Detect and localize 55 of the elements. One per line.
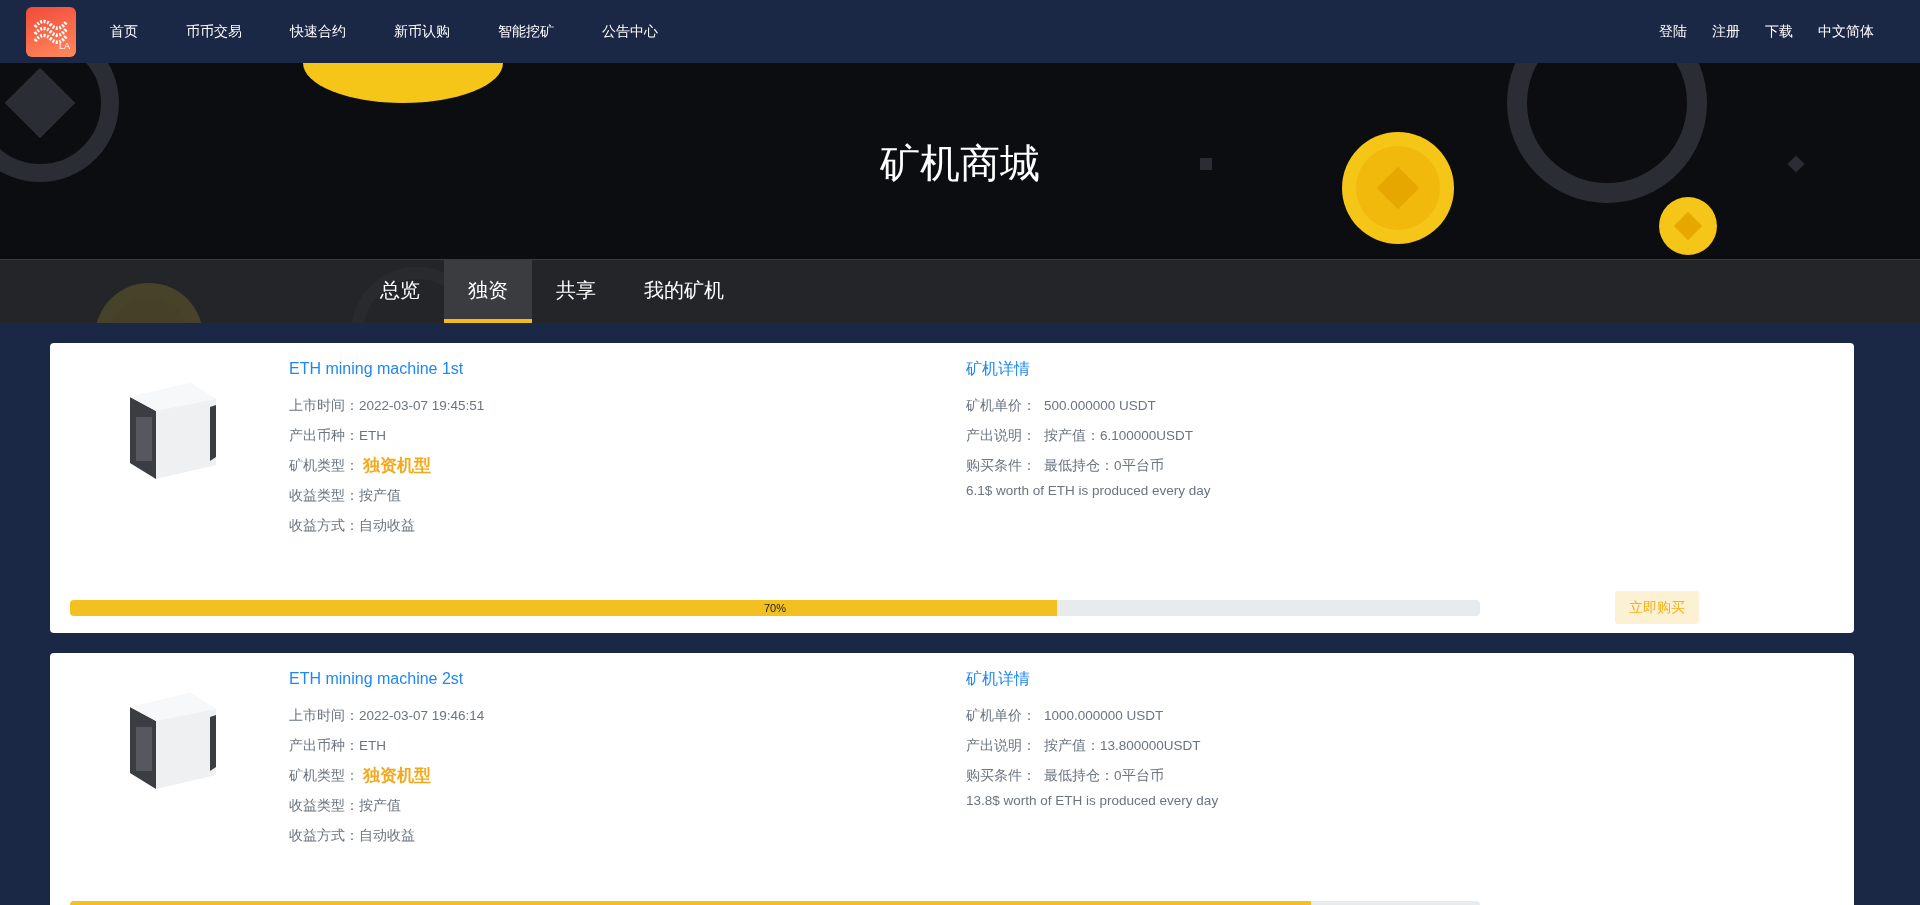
page-title: 矿机商城 <box>879 140 1041 187</box>
field-value: 按产值 <box>359 486 401 505</box>
field-value: 按产值：13.800000USDT <box>1044 736 1201 755</box>
tab[interactable]: 我的矿机 <box>620 260 748 323</box>
nav-link[interactable]: 智能挖矿 <box>498 21 554 42</box>
field-label: 上市时间： <box>289 396 359 415</box>
nav-link[interactable]: 登陆 <box>1659 21 1687 42</box>
field-label: 矿机类型： <box>289 766 359 785</box>
details-title: 矿机详情 <box>966 359 1031 379</box>
field-value: 按产值：6.100000USDT <box>1044 426 1194 445</box>
nav-link[interactable]: 中文简体 <box>1818 21 1874 42</box>
field-value: 独资机型 <box>363 455 431 478</box>
field-label: 产出币种： <box>289 426 359 445</box>
output-note: 13.8$ worth of ETH is produced every day <box>966 792 1219 810</box>
field-label: 上市时间： <box>289 706 359 725</box>
nav-link[interactable]: 币币交易 <box>186 21 242 42</box>
field-label: 矿机单价： <box>966 396 1036 415</box>
field-value: 2022-03-07 19:45:51 <box>359 396 485 415</box>
tab[interactable]: 总览 <box>356 260 444 323</box>
field-label: 收益方式： <box>289 516 359 535</box>
nav-link[interactable]: 首页 <box>110 21 138 42</box>
field-label: 购买条件： <box>966 766 1036 785</box>
field-value: 500.000000 USDT <box>1044 396 1156 415</box>
field-label: 收益方式： <box>289 826 359 845</box>
field-label: 购买条件： <box>966 456 1036 475</box>
field-value: 最低持仓：0平台币 <box>1044 766 1164 785</box>
field-value: 最低持仓：0平台币 <box>1044 456 1164 475</box>
field-label: 矿机单价： <box>966 706 1036 725</box>
field-value: 独资机型 <box>363 765 431 788</box>
progress-label: 70% <box>763 600 787 616</box>
field-value: 自动收益 <box>359 516 415 535</box>
field-label: 收益类型： <box>289 796 359 815</box>
field-value: 按产值 <box>359 796 401 815</box>
output-note: 6.1$ worth of ETH is produced every day <box>966 482 1211 500</box>
field-label: 产出说明： <box>966 736 1036 755</box>
machine-name[interactable]: ETH mining machine 2st <box>289 667 966 691</box>
field-label: 产出说明： <box>966 426 1036 445</box>
field-label: 收益类型： <box>289 486 359 505</box>
nav-link[interactable]: 注册 <box>1712 21 1740 42</box>
nav-link[interactable]: 下载 <box>1765 21 1793 42</box>
field-value: 1000.000000 USDT <box>1044 706 1164 725</box>
field-value: ETH <box>359 426 386 445</box>
field-value: ETH <box>359 736 386 755</box>
nav-link[interactable]: 公告中心 <box>602 21 658 42</box>
machine-name[interactable]: ETH mining machine 1st <box>289 357 966 381</box>
tab[interactable]: 独资 <box>444 260 532 323</box>
field-value: 自动收益 <box>359 826 415 845</box>
field-value: 2022-03-07 19:46:14 <box>359 706 485 725</box>
field-label: 产出币种： <box>289 736 359 755</box>
logo-text: LA <box>59 40 70 53</box>
nav-link[interactable]: 新币认购 <box>394 21 450 42</box>
details-title: 矿机详情 <box>966 669 1031 689</box>
nav-link[interactable]: 快速合约 <box>290 21 346 42</box>
tab[interactable]: 共享 <box>532 260 620 323</box>
field-label: 矿机类型： <box>289 456 359 475</box>
